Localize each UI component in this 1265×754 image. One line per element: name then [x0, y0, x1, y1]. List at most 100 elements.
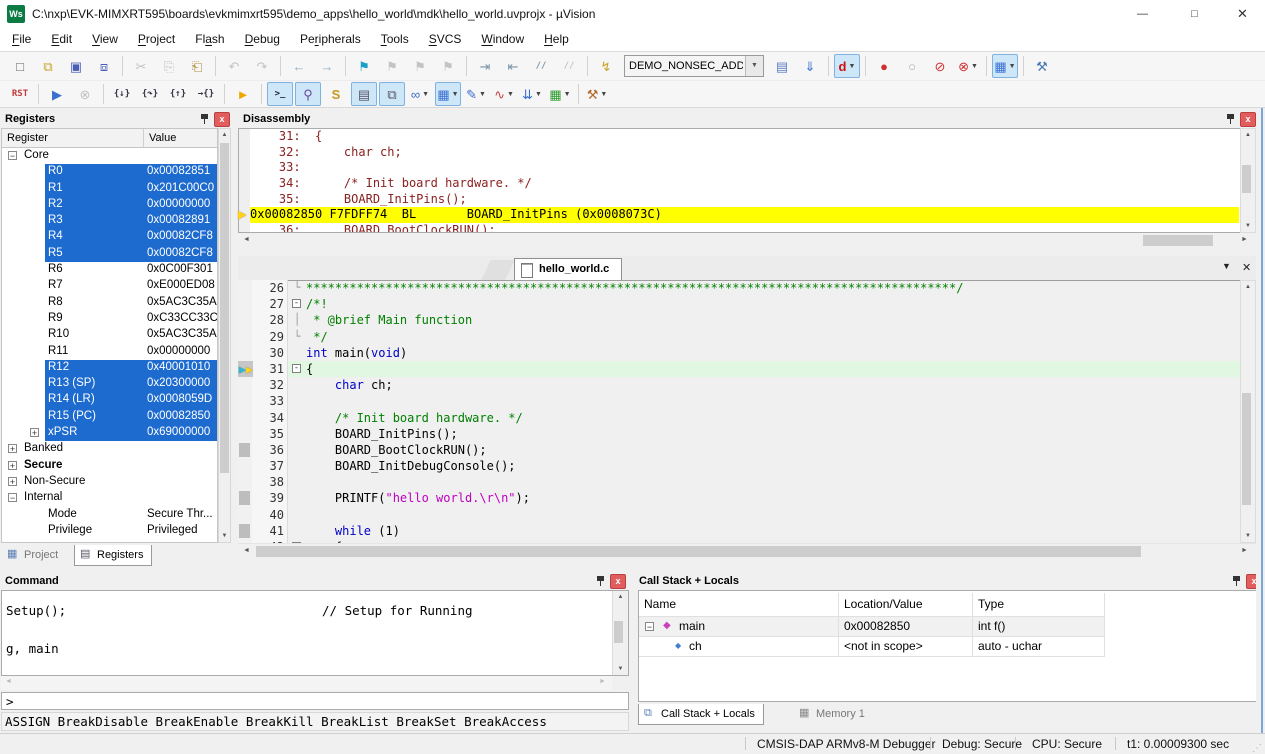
- memory-window-button[interactable]: ▦▼: [435, 82, 461, 106]
- toolbox-dropdown-icon[interactable]: ▼: [600, 91, 607, 98]
- editor-vscrollbar[interactable]: ▲ ▼: [1240, 280, 1256, 543]
- command-close-icon[interactable]: x: [610, 574, 626, 589]
- undo-button[interactable]: ↶: [221, 54, 247, 78]
- open-folder-button[interactable]: ⧉: [35, 54, 61, 78]
- scroll-down-icon[interactable]: ▼: [1241, 223, 1255, 229]
- menu-window[interactable]: Window: [471, 28, 534, 51]
- watch-window-dropdown-icon[interactable]: ▼: [422, 91, 429, 98]
- fold-collapse-icon[interactable]: -: [292, 299, 301, 308]
- register-row-privilege[interactable]: PrivilegePrivileged: [2, 523, 217, 539]
- save-button[interactable]: ▣: [63, 54, 89, 78]
- code-line-26[interactable]: 26└*************************************…: [238, 280, 1240, 296]
- previous-bookmark-button[interactable]: ⚑: [379, 54, 405, 78]
- register-row-non-secure[interactable]: +Non-Secure: [2, 474, 217, 490]
- disassembly-line[interactable]: 31: {: [250, 129, 1239, 145]
- menu-peripherals[interactable]: Peripherals: [290, 28, 371, 51]
- tab-registers[interactable]: ▤ Registers: [74, 545, 152, 566]
- editor-hscrollbar[interactable]: ◄ ►: [238, 543, 1256, 560]
- disassembly-line[interactable]: 34: /* Init board hardware. */: [250, 176, 1239, 192]
- code-line-34[interactable]: 34 /* Init board hardware. */: [238, 410, 1240, 426]
- register-row-r9[interactable]: R90xC33CC33C: [2, 311, 217, 327]
- insert-bookmark-button[interactable]: ⚑: [351, 54, 377, 78]
- scroll-up-icon[interactable]: ▲: [1241, 132, 1255, 138]
- scroll-thumb[interactable]: [220, 143, 229, 473]
- stop-button[interactable]: ⊗: [72, 82, 98, 106]
- configure-button[interactable]: ⚒: [1029, 54, 1055, 78]
- register-row-r4[interactable]: R40x00082CF8: [2, 229, 217, 245]
- register-row-internal[interactable]: −Internal: [2, 490, 217, 506]
- register-row-r3[interactable]: R30x00082891: [2, 213, 217, 229]
- command-window-button[interactable]: >_: [267, 82, 293, 106]
- flash-download-button[interactable]: ↯: [593, 54, 619, 78]
- register-row-r7[interactable]: R70xE000ED08: [2, 278, 217, 294]
- menu-flash[interactable]: Flash: [185, 28, 234, 51]
- register-row-core[interactable]: −Core: [2, 148, 217, 164]
- callstack-row-main[interactable]: −◆main0x00082850int f(): [639, 617, 1105, 637]
- register-row-r6[interactable]: R60x0C00F301: [2, 262, 217, 278]
- code-line-29[interactable]: 29└ */: [238, 329, 1240, 345]
- unindent-button[interactable]: ⇤: [500, 54, 526, 78]
- code-line-41[interactable]: 41 while (1): [238, 523, 1240, 539]
- scroll-thumb[interactable]: [256, 546, 1141, 557]
- code-line-38[interactable]: 38: [238, 474, 1240, 490]
- tab-list-chevron-icon[interactable]: ▼: [1222, 261, 1231, 271]
- code-line-33[interactable]: 33: [238, 393, 1240, 409]
- tab-memory-1[interactable]: ▦ Memory 1: [794, 704, 873, 724]
- scroll-thumb[interactable]: [1242, 393, 1251, 505]
- menu-edit[interactable]: Edit: [41, 28, 82, 51]
- register-row-r12[interactable]: R120x40001010: [2, 360, 217, 376]
- scroll-down-icon[interactable]: ▼: [613, 666, 628, 672]
- minimize-button[interactable]: —: [1120, 0, 1165, 28]
- expand-icon[interactable]: +: [8, 461, 17, 470]
- callstack-table[interactable]: NameLocation/ValueType−◆main0x00082850in…: [638, 590, 1258, 702]
- disassembly-lines[interactable]: 31: { 32: char ch; 33: 34: /* Init board…: [250, 129, 1239, 232]
- paste-button[interactable]: ⎗: [184, 54, 210, 78]
- callstack-pin-icon[interactable]: [1232, 576, 1241, 587]
- toolbox-button[interactable]: ⚒▼: [584, 82, 610, 106]
- horizontal-splitter[interactable]: [238, 249, 1265, 256]
- enable-disable-breakpoint-button[interactable]: ○: [899, 54, 925, 78]
- registers-scrollbar[interactable]: ▲ ▼: [218, 128, 231, 543]
- window-layout-dropdown-icon[interactable]: ▼: [1009, 63, 1016, 70]
- serial-window-button[interactable]: ✎▼: [463, 82, 489, 106]
- navigate-forward-button[interactable]: →: [314, 54, 340, 78]
- scroll-left-icon[interactable]: ◄: [243, 547, 250, 554]
- watch-window-button[interactable]: ∞▼: [407, 82, 433, 106]
- code-editor[interactable]: 26└*************************************…: [238, 280, 1240, 543]
- command-pin-icon[interactable]: [596, 576, 605, 587]
- register-row-r10[interactable]: R100x5AC3C35A: [2, 327, 217, 343]
- close-button[interactable]: ✕: [1220, 0, 1265, 28]
- register-row-r11[interactable]: R110x00000000: [2, 344, 217, 360]
- command-hscrollbar[interactable]: ◄ ►: [1, 676, 612, 690]
- code-line-40[interactable]: 40: [238, 507, 1240, 523]
- disassembly-window-button[interactable]: ⚲: [295, 82, 321, 106]
- scroll-thumb[interactable]: [1143, 235, 1213, 246]
- register-row-r14-lr[interactable]: R14 (LR)0x0008059D: [2, 392, 217, 408]
- scroll-right-icon[interactable]: ►: [599, 678, 606, 685]
- registers-close-icon[interactable]: x: [214, 112, 230, 127]
- register-row-banked[interactable]: +Banked: [2, 441, 217, 457]
- analysis-window-button[interactable]: ∿▼: [491, 82, 517, 106]
- disassembly-current-line[interactable]: 0x00082850 F7FDFF74 BL BOARD_InitPins (0…: [250, 207, 1239, 223]
- register-row-r1[interactable]: R10x201C00C0: [2, 181, 217, 197]
- expand-icon[interactable]: +: [30, 428, 39, 437]
- run-button[interactable]: ▶: [44, 82, 70, 106]
- debug-session-button[interactable]: d▼: [834, 54, 860, 78]
- insert-breakpoint-button[interactable]: ●: [871, 54, 897, 78]
- disassembly-line[interactable]: 33:: [250, 160, 1239, 176]
- menu-view[interactable]: View: [82, 28, 128, 51]
- scroll-right-icon[interactable]: ►: [1241, 547, 1248, 554]
- scroll-up-icon[interactable]: ▲: [1241, 284, 1255, 290]
- cut-button[interactable]: ✂: [128, 54, 154, 78]
- menu-help[interactable]: Help: [534, 28, 579, 51]
- register-row-r0[interactable]: R00x00082851: [2, 164, 217, 180]
- target-select-arrow-icon[interactable]: ▼: [745, 56, 763, 76]
- resize-grip-icon[interactable]: ⋰: [1252, 743, 1262, 754]
- indent-button[interactable]: ⇥: [472, 54, 498, 78]
- symbol-window-button[interactable]: S: [323, 82, 349, 106]
- code-line-39[interactable]: 39 PRINTF("hello world.\r\n");: [238, 490, 1240, 506]
- manage-rte-button[interactable]: ⇓: [797, 54, 823, 78]
- options-for-target-button[interactable]: ▤: [769, 54, 795, 78]
- command-input[interactable]: >: [1, 692, 629, 710]
- target-select[interactable]: DEMO_NONSEC_ADDRES▼: [624, 55, 764, 77]
